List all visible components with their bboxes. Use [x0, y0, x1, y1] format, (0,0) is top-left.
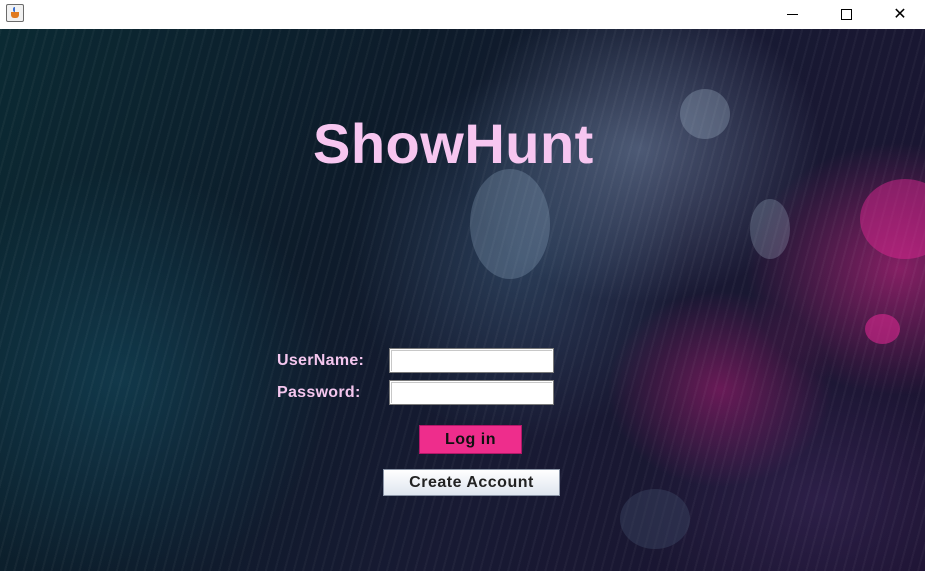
java-cup-icon: [6, 4, 24, 22]
login-panel: ShowHunt UserName: Password: Log in Crea…: [0, 29, 925, 571]
background-blob: [620, 489, 690, 549]
maximize-button[interactable]: [823, 0, 869, 28]
username-input[interactable]: [389, 348, 554, 373]
username-label: UserName:: [277, 352, 365, 369]
create-account-button[interactable]: Create Account: [383, 469, 560, 496]
background-blob: [750, 199, 790, 259]
background-blob: [680, 89, 730, 139]
login-button[interactable]: Log in: [419, 425, 522, 454]
window-title-bar: ✕: [0, 0, 925, 28]
close-icon: ✕: [893, 4, 907, 23]
background-blob: [470, 169, 550, 279]
password-label: Password:: [277, 384, 361, 401]
minimize-icon: [786, 13, 798, 15]
close-button[interactable]: ✕: [877, 0, 923, 28]
maximize-icon: [840, 8, 852, 20]
app-title: ShowHunt: [313, 112, 594, 175]
minimize-button[interactable]: [769, 0, 815, 28]
password-input[interactable]: [389, 380, 554, 405]
background-blob: [865, 314, 900, 344]
